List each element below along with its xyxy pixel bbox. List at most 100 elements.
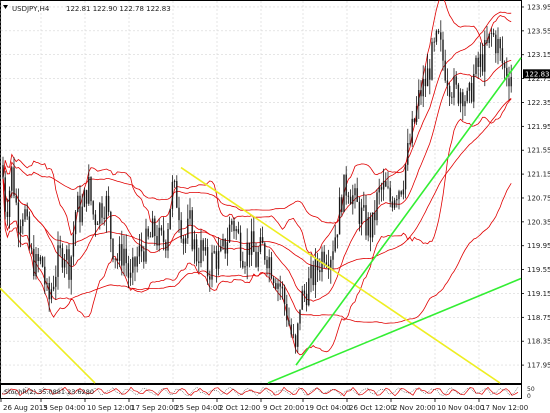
candle-body xyxy=(413,118,416,122)
header: USDJPY,H4 122.81 122.90 122.78 122.83 xyxy=(3,5,171,13)
candle-body xyxy=(26,209,28,217)
candle-body xyxy=(63,259,66,268)
candle-body xyxy=(74,211,77,235)
candle-body xyxy=(257,251,259,267)
candle-body xyxy=(429,68,431,80)
candle-body xyxy=(444,60,446,81)
x-tick-label: 17 Sep 20:00 xyxy=(131,404,178,412)
candle-body xyxy=(457,84,460,104)
y-tick-label: 119.95 xyxy=(527,242,550,250)
candle-body xyxy=(431,41,433,80)
y-tick-label: 118.35 xyxy=(527,338,550,346)
candle-body xyxy=(492,32,495,35)
candle-body xyxy=(275,283,277,289)
candle-body xyxy=(2,165,4,178)
candle-body xyxy=(325,262,328,265)
candle-body xyxy=(83,190,86,207)
candle-body xyxy=(442,39,444,61)
candle-body xyxy=(246,242,248,267)
candle-body xyxy=(235,229,237,232)
candle-body xyxy=(470,82,473,102)
price-axis: 123.95123.55123.15122.75122.35121.95121.… xyxy=(521,3,550,370)
dropdown-icon[interactable] xyxy=(3,5,8,9)
candle-body xyxy=(217,250,220,269)
candle-body xyxy=(341,197,343,212)
candle-body xyxy=(349,196,352,205)
candle-body xyxy=(92,201,94,215)
candle-body xyxy=(189,210,191,219)
trendlines xyxy=(0,57,522,384)
candle-body xyxy=(486,39,488,43)
candle-body xyxy=(367,217,369,236)
candle-body xyxy=(99,203,101,224)
candle-body xyxy=(255,251,257,267)
candle-body xyxy=(358,201,361,224)
candle-body xyxy=(389,187,391,202)
candle-body xyxy=(365,205,367,236)
candle-body xyxy=(200,240,202,264)
candle-body xyxy=(248,242,251,255)
candle-body xyxy=(400,191,402,195)
candle-body xyxy=(473,74,475,102)
x-tick-label: 17 Nov 12:00 xyxy=(481,404,528,412)
candle-body xyxy=(250,231,253,255)
candle-body xyxy=(154,218,156,237)
candle-body xyxy=(37,253,39,262)
candle-body xyxy=(466,90,468,102)
candle-body xyxy=(101,203,103,218)
candle-body xyxy=(134,257,136,267)
candle-body xyxy=(433,41,435,43)
candle-body xyxy=(213,251,215,253)
y-tick-label: 121.95 xyxy=(527,123,550,131)
candle-body xyxy=(297,323,299,347)
candle-body xyxy=(396,199,398,201)
candle-body xyxy=(239,232,242,261)
candle-body xyxy=(435,30,438,42)
candle-body xyxy=(222,238,224,247)
candle-body xyxy=(310,265,312,279)
candle-body xyxy=(39,257,42,262)
x-tick-label: 2 Nov 20:00 xyxy=(393,404,436,412)
candle-body xyxy=(70,256,72,280)
trendline-yellow[interactable] xyxy=(180,166,501,384)
y-tick-label: 119.15 xyxy=(527,290,550,298)
candle-body xyxy=(48,283,50,300)
candle-body xyxy=(143,251,145,262)
candle-body xyxy=(376,192,378,221)
x-tick-label: 19 Oct 04:00 xyxy=(305,404,351,412)
candle-body xyxy=(261,237,264,244)
candle-body xyxy=(499,38,501,49)
candle-body xyxy=(79,195,81,223)
candle-body xyxy=(490,32,493,34)
candlestick-chart: 123.95123.55123.15122.75122.35121.95121.… xyxy=(0,0,550,412)
candle-body xyxy=(195,239,198,262)
candle-body xyxy=(354,188,356,196)
trendline-yellow[interactable] xyxy=(0,287,96,384)
candle-body xyxy=(224,238,226,254)
symbol-label: USDJPY,H4 xyxy=(12,5,50,13)
candle-body xyxy=(420,90,422,97)
price-marker-label: 122.83 xyxy=(525,70,550,78)
candle-body xyxy=(437,30,440,33)
candle-body xyxy=(244,266,246,268)
candle-body xyxy=(184,238,187,244)
x-tick-label: 10 Sep 12:00 xyxy=(87,404,134,412)
candle-body xyxy=(338,197,341,235)
candle-body xyxy=(180,220,182,239)
candle-body xyxy=(158,227,160,246)
candle-body xyxy=(44,266,46,285)
candle-body xyxy=(352,195,354,205)
candle-body xyxy=(479,54,482,67)
candle-body xyxy=(28,216,31,249)
candle-body xyxy=(114,258,116,260)
indicator-tick-label: 0 xyxy=(527,393,531,400)
candle-body xyxy=(404,164,407,190)
x-tick-label: 25 Sep 04:00 xyxy=(175,404,222,412)
chart-window: 123.95 123.55 123.15 122.75 122.35 121.95 121.… xyxy=(0,0,550,413)
candle-body xyxy=(299,309,301,324)
candle-body xyxy=(323,251,325,263)
candle-body xyxy=(440,32,442,40)
candle-body xyxy=(178,207,180,221)
candle-body xyxy=(202,240,204,251)
candle-body xyxy=(272,278,275,284)
